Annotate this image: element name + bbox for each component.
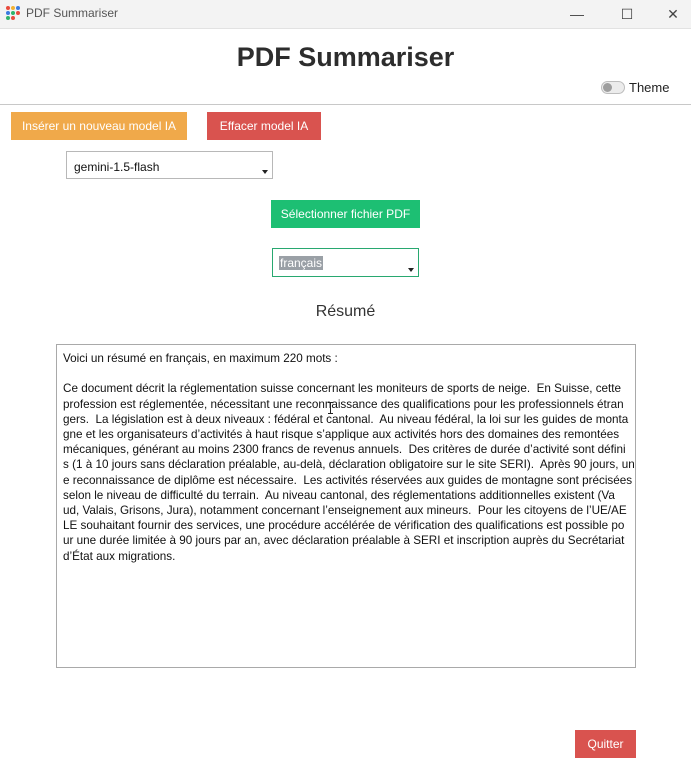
summary-line: selon le niveau de difficulté du terrain… [63,488,615,502]
clear-model-button[interactable]: Effacer model IA [207,112,321,140]
maximize-button[interactable]: ☐ [604,0,650,28]
maximize-icon: ☐ [620,5,634,22]
minimize-icon: — [570,6,584,22]
summary-line: profession est réglementée, nécessitant … [63,397,624,411]
theme-toggle[interactable] [601,81,625,94]
window-title: PDF Summariser [26,6,119,20]
quit-button[interactable]: Quitter [575,730,636,758]
minimize-button[interactable]: — [554,0,600,28]
insert-model-button[interactable]: Insérer un nouveau model IA [11,112,187,140]
summary-line: gers. La législation est à deux niveaux … [63,412,629,426]
summary-line: s (1 à 10 jours sans déclaration préalab… [63,458,635,472]
select-pdf-button[interactable]: Sélectionner fichier PDF [271,200,420,228]
summary-heading: Résumé [315,303,376,320]
text-cursor-icon [328,402,333,414]
close-button[interactable]: ✕ [650,0,691,28]
theme-label: Theme [629,80,670,95]
toggle-knob [603,83,612,92]
model-select[interactable]: gemini-1.5-flash [66,151,273,179]
close-icon: ✕ [667,5,679,22]
header-divider [0,104,691,105]
summary-line: gne et les organisateurs d’activités à h… [63,428,620,442]
summary-line [63,366,630,381]
summary-line: Voici un résumé en français, en maximum … [63,352,338,365]
window-titlebar: PDF Summariser — ☐ ✕ [0,0,691,29]
language-select[interactable]: français [272,248,419,277]
summary-line: ur une durée limitée à 90 jours par an, … [63,534,625,548]
page-title: PDF Summariser [236,42,455,72]
summary-line: mécaniques, générant au moins 2300 franc… [63,443,626,457]
summary-line: Ce document décrit la réglementation sui… [63,382,622,396]
summary-line: d’État aux migrations. [63,549,176,563]
model-select-value: gemini-1.5-flash [74,160,160,174]
language-select-value: français [279,256,324,270]
chevron-down-icon [262,170,268,174]
app-logo-icon [6,6,20,20]
chevron-down-icon [408,268,414,272]
summary-line: LE souhaitant fournir des services, une … [63,519,625,533]
summary-text: Voici un résumé en français, en maximum … [63,351,635,564]
summary-line: ud, Valais, Grisons, Jura), notamment co… [63,504,627,518]
summary-line: e reconnaissance de diplôme est nécessai… [63,473,633,487]
summary-textarea[interactable]: Voici un résumé en français, en maximum … [56,344,636,668]
